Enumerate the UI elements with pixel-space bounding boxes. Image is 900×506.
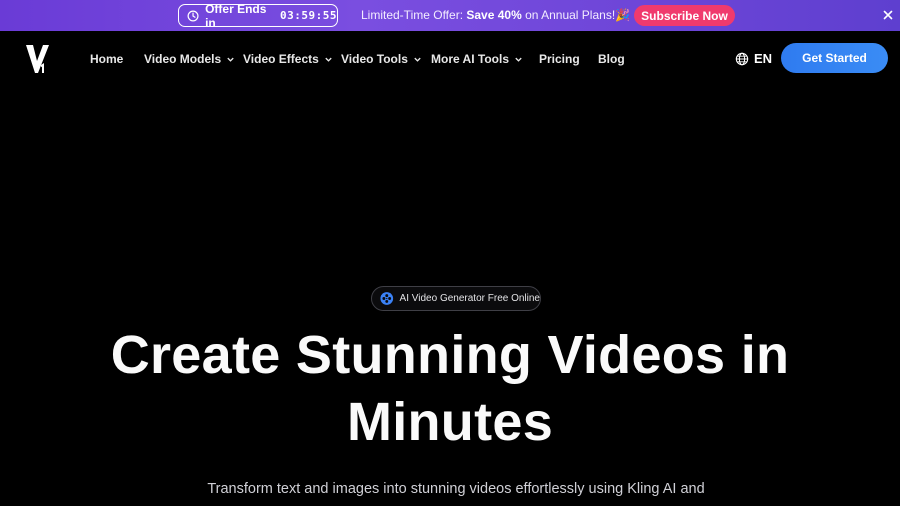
globe-icon: [735, 52, 749, 65]
nav-item-video-tools[interactable]: Video Tools: [341, 51, 422, 67]
hero-badge: AI Video Generator Free Online: [371, 286, 541, 311]
chevron-down-icon: [414, 57, 421, 62]
nav-label: Pricing: [539, 52, 580, 66]
offer-label: Offer Ends in: [205, 1, 267, 30]
nav-label: Blog: [598, 52, 625, 66]
language-label: EN: [754, 51, 773, 66]
close-icon[interactable]: [881, 8, 895, 22]
promo-text-prefix: Limited-Time Offer:: [361, 8, 467, 22]
hero-title: Create Stunning Videos in Minutes: [60, 322, 840, 456]
offer-countdown: Offer Ends in 03:59:55: [178, 1, 338, 30]
nav-item-pricing[interactable]: Pricing: [539, 51, 580, 67]
chevron-down-icon: [515, 57, 522, 62]
badge-label: AI Video Generator Free Online: [399, 293, 540, 304]
nav-item-blog[interactable]: Blog: [598, 51, 625, 67]
hero-title-line2: Minutes: [346, 392, 554, 452]
v1-logo[interactable]: [24, 43, 52, 75]
language-selector[interactable]: EN: [735, 51, 772, 66]
nav-label: More AI Tools: [431, 52, 509, 66]
top-navigation: Home Video Models Video Effects Video To…: [0, 31, 900, 87]
promo-text-suffix: on Annual Plans!🎉: [521, 8, 631, 22]
nav-item-more-ai-tools[interactable]: More AI Tools: [431, 51, 523, 67]
promo-discount: Save 40%: [466, 8, 522, 22]
nav-item-video-models[interactable]: Video Models: [144, 51, 235, 67]
countdown-timer: 03:59:55: [280, 9, 337, 22]
nav-item-home[interactable]: Home: [90, 51, 123, 67]
promo-banner: Offer Ends in 03:59:55 Limited-Time Offe…: [0, 0, 900, 31]
chevron-down-icon: [227, 57, 234, 62]
hero-title-line1: Create Stunning Videos in: [110, 325, 790, 385]
hero-subtitle: Transform text and images into stunning …: [207, 481, 705, 497]
nav-label: Home: [90, 52, 124, 66]
chevron-down-icon: [325, 57, 332, 62]
nav-label: Video Models: [144, 52, 222, 66]
nav-item-video-effects[interactable]: Video Effects: [243, 51, 333, 67]
promo-message: Limited-Time Offer: Save 40% on Annual P…: [361, 0, 630, 31]
get-started-button[interactable]: Get Started: [781, 43, 888, 73]
nav-label: Video Effects: [243, 52, 319, 66]
nav-label: Video Tools: [341, 52, 408, 66]
clock-icon: [187, 9, 199, 22]
film-reel-icon: [380, 292, 394, 305]
subscribe-button[interactable]: Subscribe Now: [634, 5, 735, 26]
